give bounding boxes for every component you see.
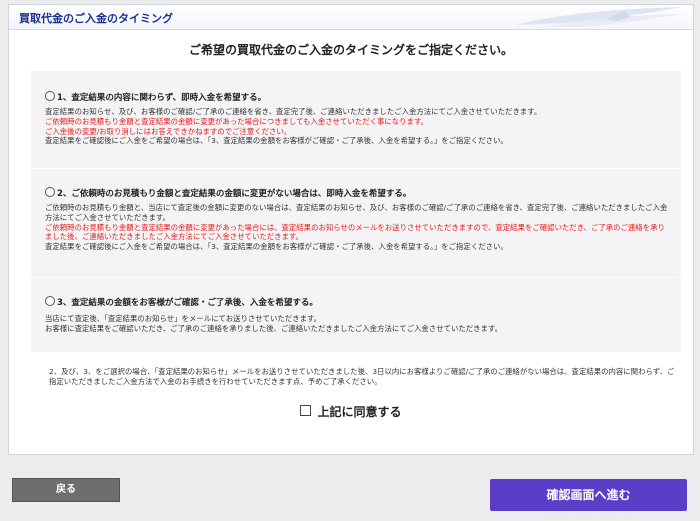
desc-line: ご依頼時のお見積もり金額と、当店にて査定後の金額に変更のない場合は、査定結果のお… — [45, 203, 668, 222]
warning-line: ご依頼時のお見積もり金額と査定結果の金額に変更があった場合には、査定結果のお知ら… — [45, 222, 665, 242]
next-button[interactable]: 確認画面へ進む — [490, 479, 687, 511]
panel-titlebar: 買取代金のご入金のタイミング — [9, 5, 693, 30]
notice-text: 2、及び、3、をご選択の場合、「査定結果のお知らせ」メールをお送りさせていただき… — [49, 367, 675, 386]
agree-label[interactable]: 上記に同意する — [317, 405, 401, 419]
option-label[interactable]: 2、ご依頼時のお見積もり金額と査定結果の金額に変更がない場合は、即時入金を希望す… — [45, 187, 411, 199]
radio-option-1[interactable] — [45, 91, 55, 101]
wing-logo-icon — [515, 7, 683, 27]
back-button[interactable]: 戻る — [12, 478, 120, 502]
desc-line: 査定結果のお知らせ、及び、お客様のご確認/ご了承のご連絡を省き、査定完了後、ご連… — [45, 107, 542, 116]
option-description: 当店にて査定後、「査定結果のお知らせ」をメールにてお送りさせていただきます。 お… — [45, 314, 671, 334]
desc-line: 査定結果をご確認後にご入金をご希望の場合は、「3、査定結果の金額をお客様がご確認… — [45, 242, 508, 252]
radio-option-3[interactable] — [45, 296, 55, 306]
agree-checkbox[interactable] — [300, 405, 312, 416]
warning-line: ご入金後の変更/お取り消しにはお答えできかねますのでご注意ください。 — [45, 126, 292, 136]
options-list: 1、査定結果の内容に関わらず、即時入金を希望する。 査定結果のお知らせ、及び、お… — [31, 71, 681, 352]
option-description: 査定結果のお知らせ、及び、お客様のご確認/ご了承のご連絡を省き、査定完了後、ご連… — [45, 107, 671, 146]
desc-line: 当店にて査定後、「査定結果のお知らせ」をメールにてお送りさせていただきます。 — [45, 314, 322, 323]
warning-line: ご依頼時のお見積もり金額と査定結果の金額に変更があった場合につきましても入金させ… — [45, 116, 428, 126]
option-description: ご依頼時のお見積もり金額と、当店にて査定後の金額に変更のない場合は、査定結果のお… — [45, 203, 671, 252]
page-heading: ご希望の買取代金のご入金のタイミングをご指定ください。 — [188, 43, 513, 57]
radio-option-2[interactable] — [45, 187, 55, 197]
desc-line: お客様に査定結果をご確認いただき、ご了承のご連絡を承りました後、ご連絡いただきま… — [45, 323, 502, 333]
option-if-unchanged[interactable]: 2、ご依頼時のお見積もり金額と査定結果の金額に変更がない場合は、即時入金を希望す… — [31, 168, 681, 277]
panel-title: 買取代金のご入金のタイミング — [19, 12, 173, 25]
option-label[interactable]: 3、査定結果の金額をお客様がご確認・ご了承後、入金を希望する。 — [45, 296, 318, 308]
timing-panel: 買取代金のご入金のタイミング ご希望の買取代金のご入金のタイミングをご指定くださ… — [8, 4, 694, 455]
option-immediate[interactable]: 1、査定結果の内容に関わらず、即時入金を希望する。 査定結果のお知らせ、及び、お… — [31, 71, 681, 167]
option-after-confirmation[interactable]: 3、査定結果の金額をお客様がご確認・ご了承後、入金を希望する。 当店にて査定後、… — [31, 277, 681, 352]
desc-line: 査定結果をご確認後にご入金をご希望の場合は、「3、査定結果の金額をお客様がご確認… — [45, 136, 508, 146]
option-label[interactable]: 1、査定結果の内容に関わらず、即時入金を希望する。 — [45, 91, 266, 103]
agree-row[interactable]: 上記に同意する — [9, 403, 693, 420]
